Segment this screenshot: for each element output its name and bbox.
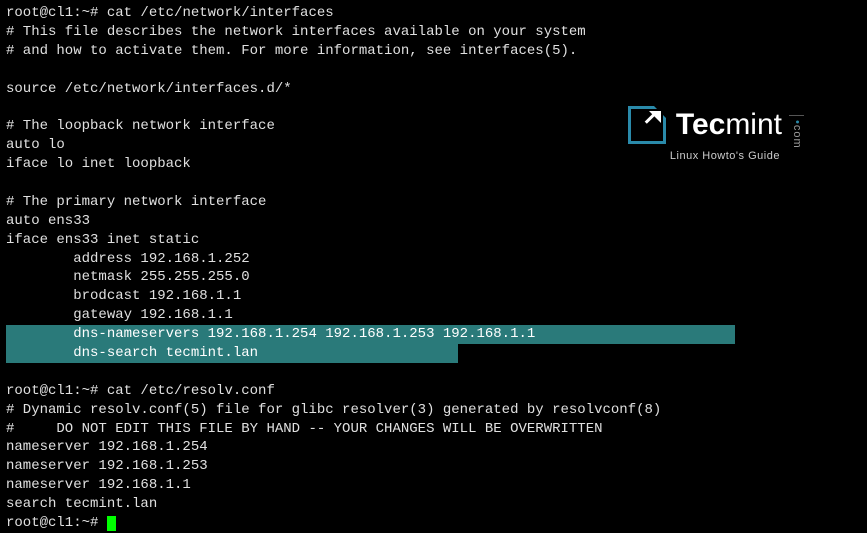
shell-prompt: root@cl1:~# xyxy=(6,515,107,531)
highlighted-dns-line: dns-search tecmint.lan xyxy=(6,344,458,363)
logo-brand-text: Tecmint xyxy=(676,105,782,146)
command-line-1: root@cl1:~# cat /etc/network/interfaces xyxy=(6,4,861,23)
output-line: # Dynamic resolv.conf(5) file for glibc … xyxy=(6,401,861,420)
logo-icon xyxy=(628,106,666,144)
output-line: brodcast 192.168.1.1 xyxy=(6,287,861,306)
output-line: nameserver 192.168.1.254 xyxy=(6,438,861,457)
command-text: cat /etc/network/interfaces xyxy=(107,5,334,21)
output-line: nameserver 192.168.1.1 xyxy=(6,476,861,495)
highlighted-dns-line: dns-nameservers 192.168.1.254 192.168.1.… xyxy=(6,325,735,344)
output-line: # The primary network interface xyxy=(6,193,861,212)
output-line: gateway 192.168.1.1 xyxy=(6,306,861,325)
output-line: auto ens33 xyxy=(6,212,861,231)
output-line: # and how to activate them. For more inf… xyxy=(6,42,861,61)
cursor xyxy=(107,516,116,531)
output-line: search tecmint.lan xyxy=(6,495,861,514)
output-line: # DO NOT EDIT THIS FILE BY HAND -- YOUR … xyxy=(6,420,861,439)
output-line xyxy=(6,363,861,382)
shell-prompt: root@cl1:~# xyxy=(6,383,107,399)
output-line xyxy=(6,174,861,193)
output-line: source /etc/network/interfaces.d/* xyxy=(6,80,861,99)
shell-prompt: root@cl1:~# xyxy=(6,5,107,21)
tecmint-logo: Tecmint •com Linux Howto's Guide xyxy=(628,105,782,163)
output-line: netmask 255.255.255.0 xyxy=(6,268,861,287)
terminal-output[interactable]: root@cl1:~# cat /etc/network/interfaces … xyxy=(6,4,861,533)
command-line-2: root@cl1:~# cat /etc/resolv.conf xyxy=(6,382,861,401)
output-line: # This file describes the network interf… xyxy=(6,23,861,42)
logo-tagline: Linux Howto's Guide xyxy=(670,149,780,164)
command-line-3: root@cl1:~# xyxy=(6,514,861,533)
logo-tld: •com xyxy=(789,115,804,149)
logo-main: Tecmint •com xyxy=(628,105,782,146)
output-line: address 192.168.1.252 xyxy=(6,250,861,269)
output-line xyxy=(6,61,861,80)
command-text: cat /etc/resolv.conf xyxy=(107,383,275,399)
output-line: iface ens33 inet static xyxy=(6,231,861,250)
output-line: nameserver 192.168.1.253 xyxy=(6,457,861,476)
